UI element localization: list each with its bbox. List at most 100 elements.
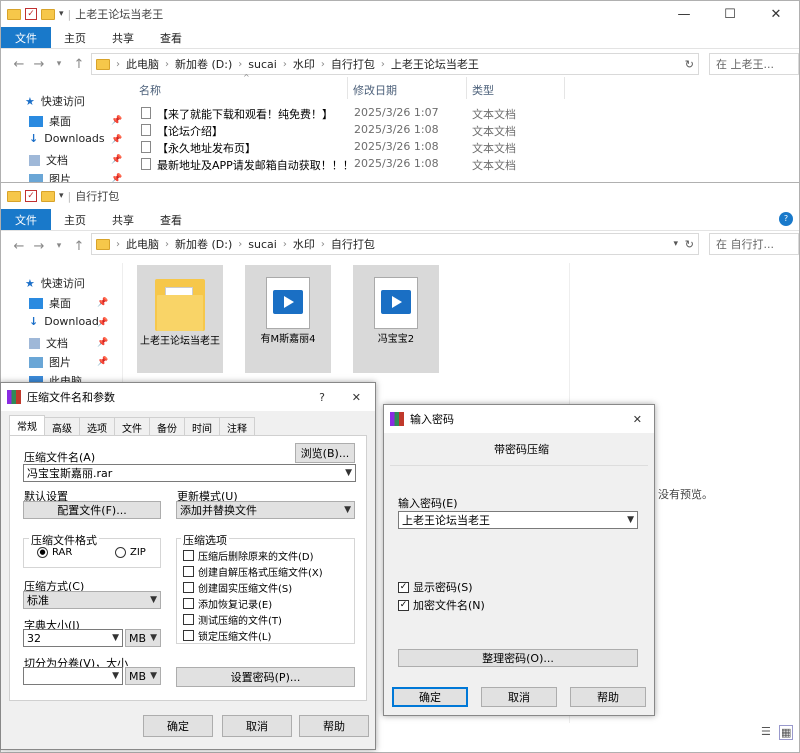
large-icons-view-icon[interactable]: ▦ xyxy=(779,725,794,740)
option-test[interactable]: 测试压缩的文件(T) xyxy=(183,612,282,627)
expand-ribbon-icon[interactable]: ? xyxy=(779,212,793,226)
properties-icon[interactable]: ✓ xyxy=(25,190,37,202)
tab-file[interactable]: 文件 xyxy=(1,209,51,230)
nav-item-downloads[interactable]: ↓ Download xyxy=(29,315,99,328)
cancel-button[interactable]: 取消 xyxy=(222,715,292,737)
tab-share[interactable]: 共享 xyxy=(99,209,147,230)
properties-icon[interactable]: ✓ xyxy=(25,8,37,20)
column-type[interactable]: 类型 xyxy=(472,82,494,98)
list-item[interactable]: 【来了就能下载和观看！纯免费！】 2025/3/26 1:07 文本文档 xyxy=(141,105,561,121)
nav-item-pictures[interactable]: 图片 xyxy=(29,354,71,370)
refresh-icon[interactable]: ↻ xyxy=(685,58,694,71)
qat-dropdown-icon[interactable]: ▾ xyxy=(59,9,64,19)
file-item-folder[interactable]: 上老王论坛当老王 xyxy=(137,265,223,373)
search-input[interactable]: 在 上老王... xyxy=(709,53,799,75)
nav-item-desktop[interactable]: 桌面 xyxy=(29,113,71,129)
tab-general[interactable]: 常规 xyxy=(9,415,45,437)
breadcrumb[interactable]: 此电脑 xyxy=(126,236,159,252)
breadcrumb[interactable]: 自行打包 xyxy=(331,236,375,252)
ok-button[interactable]: 确定 xyxy=(392,687,468,707)
option-sfx[interactable]: 创建自解压格式压缩文件(X) xyxy=(183,564,323,579)
forward-arrow-icon[interactable]: → xyxy=(29,57,49,72)
chevron-down-icon[interactable]: ▼ xyxy=(345,468,352,478)
address-bar[interactable]: › 此电脑 › 新加卷 (D:) › sucai › 水印 › 自行打包 › 上老王论坛当老… xyxy=(91,53,699,75)
new-folder-icon[interactable] xyxy=(41,8,55,20)
help-button[interactable]: ? xyxy=(319,391,325,404)
option-delete-after[interactable]: 压缩后删除原来的文件(D) xyxy=(183,548,314,563)
set-password-button[interactable]: 设置密码(P)... xyxy=(176,667,355,687)
nav-item-documents[interactable]: 文档 xyxy=(29,152,68,168)
breadcrumb[interactable]: 此电脑 xyxy=(126,56,159,72)
back-arrow-icon[interactable]: ← xyxy=(9,239,29,254)
dict-size-select[interactable]: 32 ▼ xyxy=(23,629,123,647)
breadcrumb[interactable]: 自行打包 xyxy=(331,56,375,72)
breadcrumb[interactable]: sucai xyxy=(248,58,277,71)
show-password-checkbox[interactable]: ✓ 显示密码(S) xyxy=(398,579,473,595)
maximize-button[interactable]: ☐ xyxy=(707,1,753,27)
breadcrumb[interactable]: sucai xyxy=(248,238,277,251)
new-folder-icon[interactable] xyxy=(41,190,55,202)
encrypt-filenames-checkbox[interactable]: ✓ 加密文件名(N) xyxy=(398,597,485,613)
close-button[interactable]: ✕ xyxy=(352,391,361,404)
breadcrumb[interactable]: 水印 xyxy=(293,236,315,252)
minimize-button[interactable]: — xyxy=(661,1,707,27)
list-item[interactable]: 【论坛介绍】 2025/3/26 1:08 文本文档 xyxy=(141,122,561,138)
column-date[interactable]: 修改日期 xyxy=(353,82,397,98)
tab-view[interactable]: 查看 xyxy=(147,27,195,48)
refresh-icon[interactable]: ↻ xyxy=(685,238,694,251)
method-select[interactable]: 标准 ▼ xyxy=(23,591,161,609)
format-zip-radio[interactable]: ZIP xyxy=(115,547,146,558)
option-solid[interactable]: 创建固实压缩文件(S) xyxy=(183,580,292,595)
chevron-down-icon[interactable]: ▼ xyxy=(627,515,634,525)
search-input[interactable]: 在 自行打... xyxy=(709,233,799,255)
tab-home[interactable]: 主页 xyxy=(51,209,99,230)
organize-passwords-button[interactable]: 整理密码(O)... xyxy=(398,649,638,667)
dropdown-icon[interactable]: ▾ xyxy=(673,239,678,249)
up-arrow-icon[interactable]: ↑ xyxy=(69,57,89,72)
recent-chevron-icon[interactable]: ▾ xyxy=(49,59,69,69)
breadcrumb[interactable]: 新加卷 (D:) xyxy=(175,56,232,72)
breadcrumb[interactable]: 新加卷 (D:) xyxy=(175,236,232,252)
option-lock[interactable]: 锁定压缩文件(L) xyxy=(183,628,271,643)
dict-unit-select[interactable]: MB ▼ xyxy=(125,629,161,647)
details-view-icon[interactable]: ☰ xyxy=(761,725,771,738)
close-button[interactable]: ✕ xyxy=(753,1,799,27)
format-rar-radio[interactable]: ● RAR xyxy=(37,547,72,558)
address-bar[interactable]: › 此电脑 › 新加卷 (D:) › sucai › 水印 › 自行打包 ▾ ↻ xyxy=(91,233,699,255)
nav-item-documents[interactable]: 文档 xyxy=(29,335,68,351)
forward-arrow-icon[interactable]: → xyxy=(29,239,49,254)
ok-button[interactable]: 确定 xyxy=(143,715,213,737)
split-unit-select[interactable]: MB ▼ xyxy=(125,667,161,685)
window-title: 上老王论坛当老王 xyxy=(75,8,164,21)
password-input[interactable]: 上老王论坛当老王 ▼ xyxy=(398,511,638,529)
back-arrow-icon[interactable]: ← xyxy=(9,57,29,72)
help-button[interactable]: 帮助 xyxy=(299,715,369,737)
qat-dropdown-icon[interactable]: ▾ xyxy=(59,191,64,201)
file-item-video[interactable]: 有M斯嘉丽4 xyxy=(245,265,331,373)
profiles-button[interactable]: 配置文件(F)... xyxy=(23,501,161,519)
up-arrow-icon[interactable]: ↑ xyxy=(69,239,89,254)
help-button[interactable]: 帮助 xyxy=(570,687,646,707)
breadcrumb[interactable]: 上老王论坛当老王 xyxy=(391,56,479,72)
tab-view[interactable]: 查看 xyxy=(147,209,195,230)
option-recovery-record[interactable]: 添加恢复记录(E) xyxy=(183,596,272,611)
close-button[interactable]: ✕ xyxy=(633,413,642,426)
filename-input[interactable]: 冯宝宝斯嘉丽.rar ▼ xyxy=(23,464,356,482)
list-item[interactable]: 【永久地址发布页】 2025/3/26 1:08 文本文档 xyxy=(141,139,561,155)
list-item[interactable]: 最新地址及APP请发邮箱自动获取！！！ 2025/3/26 1:08 文本文档 xyxy=(141,156,561,172)
nav-item-downloads[interactable]: ↓ Downloads xyxy=(29,132,105,145)
nav-item-desktop[interactable]: 桌面 xyxy=(29,295,71,311)
nav-item-quick-access[interactable]: ★ 快速访问 xyxy=(25,275,85,291)
breadcrumb[interactable]: 水印 xyxy=(293,56,315,72)
tab-home[interactable]: 主页 xyxy=(51,27,99,48)
column-name[interactable]: 名称 xyxy=(139,82,161,98)
nav-item-quick-access[interactable]: ★ 快速访问 xyxy=(25,93,85,109)
split-size-input[interactable]: ▼ xyxy=(23,667,123,685)
tab-file[interactable]: 文件 xyxy=(1,27,51,48)
recent-chevron-icon[interactable]: ▾ xyxy=(49,241,69,251)
update-mode-select[interactable]: 添加并替换文件 ▼ xyxy=(176,501,355,519)
tab-share[interactable]: 共享 xyxy=(99,27,147,48)
cancel-button[interactable]: 取消 xyxy=(481,687,557,707)
file-item-video[interactable]: 冯宝宝2 xyxy=(353,265,439,373)
browse-button[interactable]: 浏览(B)... xyxy=(295,443,355,463)
